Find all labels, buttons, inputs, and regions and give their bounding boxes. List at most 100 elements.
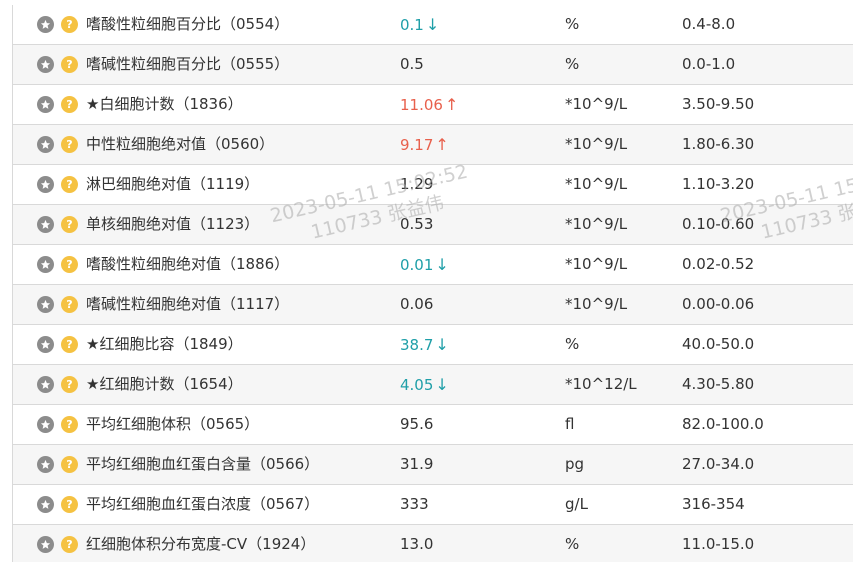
help-icon[interactable]: ? xyxy=(61,336,78,353)
help-icon[interactable]: ? xyxy=(61,136,78,153)
reference-range: 0.10-0.60 xyxy=(682,215,755,233)
test-name: ★红细胞计数（1654） xyxy=(86,375,243,393)
star-icon[interactable] xyxy=(37,176,54,193)
help-icon[interactable]: ? xyxy=(61,416,78,433)
result-value: 0.06 xyxy=(400,295,434,313)
test-unit: g/L xyxy=(565,495,588,513)
help-icon[interactable]: ? xyxy=(61,256,78,273)
reference-range: 3.50-9.50 xyxy=(682,95,755,113)
test-unit: *10^9/L xyxy=(565,135,628,153)
reference-range: 11.0-15.0 xyxy=(682,535,755,553)
reference-range: 316-354 xyxy=(682,495,745,513)
table-row: ? 嗜酸性粒细胞百分比（0554） 0.1 ↓% 0.4-8.0 xyxy=(13,5,853,45)
test-name: 红细胞体积分布宽度-CV（1924） xyxy=(86,535,316,553)
test-result: 95.6 xyxy=(400,405,433,444)
table-row: ? ★红细胞比容（1849） 38.7 ↓% 40.0-50.0 xyxy=(13,325,853,365)
test-unit: *10^9/L xyxy=(565,175,628,193)
table-row: ? 平均红细胞血红蛋白浓度（0567） 333 g/L 316-354 xyxy=(13,485,853,525)
reference-range: 27.0-34.0 xyxy=(682,455,755,473)
reference-range: 1.80-6.30 xyxy=(682,135,755,153)
help-icon[interactable]: ? xyxy=(61,16,78,33)
star-icon[interactable] xyxy=(37,56,54,73)
table-row: ? 平均红细胞体积（0565） 95.6 fl 82.0-100.0 xyxy=(13,405,853,445)
test-name: 平均红细胞血红蛋白含量（0566） xyxy=(86,455,320,473)
table-row: ? 淋巴细胞绝对值（1119） 1.29 *10^9/L 1.10-3.20 xyxy=(13,165,853,205)
test-name: 单核细胞绝对值（1123） xyxy=(86,215,260,233)
test-name: 淋巴细胞绝对值（1119） xyxy=(86,175,260,193)
test-result: 13.0 xyxy=(400,525,433,562)
test-result: 333 xyxy=(400,485,429,524)
result-value: 95.6 xyxy=(400,415,434,433)
star-icon[interactable] xyxy=(37,16,54,33)
test-result: 0.53 xyxy=(400,205,433,244)
table-row: ? 红细胞体积分布宽度-CV（1924） 13.0% 11.0-15.0 xyxy=(13,525,853,562)
result-value: 1.29 xyxy=(400,175,434,193)
test-unit: *10^9/L xyxy=(565,255,628,273)
help-icon[interactable]: ? xyxy=(61,56,78,73)
table-row: ? 嗜酸性粒细胞绝对值（1886） 0.01 ↓ *10^9/L 0.02-0.52 xyxy=(13,245,853,285)
star-icon[interactable] xyxy=(37,496,54,513)
star-icon[interactable] xyxy=(37,416,54,433)
star-icon[interactable] xyxy=(37,96,54,113)
reference-range: 4.30-5.80 xyxy=(682,375,755,393)
test-result: 31.9 xyxy=(400,445,433,484)
help-icon[interactable]: ? xyxy=(61,496,78,513)
test-unit: *10^9/L xyxy=(565,295,628,313)
result-value: 0.01 xyxy=(400,256,434,274)
test-unit: pg xyxy=(565,455,585,473)
result-value: 9.17 xyxy=(400,136,434,154)
table-row: ? 平均红细胞血红蛋白含量（0566） 31.9 pg 27.0-34.0 xyxy=(13,445,853,485)
help-icon[interactable]: ? xyxy=(61,176,78,193)
result-value: 13.0 xyxy=(400,535,434,553)
test-result: 0.06 xyxy=(400,285,433,324)
result-value: 333 xyxy=(400,495,429,513)
help-icon[interactable]: ? xyxy=(61,536,78,553)
test-unit: *10^12/L xyxy=(565,375,637,393)
result-value: 4.05 xyxy=(400,376,434,394)
result-value: 38.7 xyxy=(400,336,434,354)
reference-range: 0.4-8.0 xyxy=(682,15,736,33)
star-icon[interactable] xyxy=(37,336,54,353)
test-name: 嗜碱性粒细胞绝对值（1117） xyxy=(86,295,290,313)
reference-range: 40.0-50.0 xyxy=(682,335,755,353)
result-value: 0.5 xyxy=(400,55,424,73)
help-icon[interactable]: ? xyxy=(61,376,78,393)
table-row: ? 单核细胞绝对值（1123） 0.53 *10^9/L 0.10-0.60 xyxy=(13,205,853,245)
test-unit: fl xyxy=(565,415,575,433)
star-icon[interactable] xyxy=(37,136,54,153)
lab-results-page: ? 嗜酸性粒细胞百分比（0554） 0.1 ↓% 0.4-8.0? 嗜碱性粒细胞百分比（0… xyxy=(0,0,853,562)
test-unit: *10^9/L xyxy=(565,215,628,233)
result-value: 31.9 xyxy=(400,455,434,473)
help-icon[interactable]: ? xyxy=(61,96,78,113)
help-icon[interactable]: ? xyxy=(61,456,78,473)
test-result: 1.29 xyxy=(400,165,433,204)
test-name: 嗜酸性粒细胞绝对值（1886） xyxy=(86,255,290,273)
star-icon[interactable] xyxy=(37,256,54,273)
test-name: 平均红细胞血红蛋白浓度（0567） xyxy=(86,495,320,513)
test-name: 嗜酸性粒细胞百分比（0554） xyxy=(86,15,290,33)
test-name: 平均红细胞体积（0565） xyxy=(86,415,260,433)
test-unit: % xyxy=(565,535,580,553)
arrow-up-icon: ↑ xyxy=(435,135,449,154)
star-icon[interactable] xyxy=(37,216,54,233)
help-icon[interactable]: ? xyxy=(61,216,78,233)
arrow-down-icon: ↓ xyxy=(435,375,449,394)
arrow-down-icon: ↓ xyxy=(435,255,449,274)
star-icon[interactable] xyxy=(37,456,54,473)
test-unit: % xyxy=(565,335,580,353)
reference-range: 0.00-0.06 xyxy=(682,295,755,313)
reference-range: 82.0-100.0 xyxy=(682,415,764,433)
star-icon[interactable] xyxy=(37,376,54,393)
star-icon[interactable] xyxy=(37,296,54,313)
table-row: ? 嗜碱性粒细胞百分比（0555） 0.5% 0.0-1.0 xyxy=(13,45,853,85)
star-icon[interactable] xyxy=(37,536,54,553)
test-unit: *10^9/L xyxy=(565,95,628,113)
test-result: 11.06 ↑ xyxy=(400,85,458,124)
test-name: 中性粒细胞绝对值（0560） xyxy=(86,135,275,153)
reference-range: 0.0-1.0 xyxy=(682,55,736,73)
test-result: 0.5 xyxy=(400,45,424,84)
test-name: ★红细胞比容（1849） xyxy=(86,335,243,353)
help-icon[interactable]: ? xyxy=(61,296,78,313)
test-result: 9.17 ↑ xyxy=(400,125,449,164)
test-name: ★白细胞计数（1836） xyxy=(86,95,243,113)
